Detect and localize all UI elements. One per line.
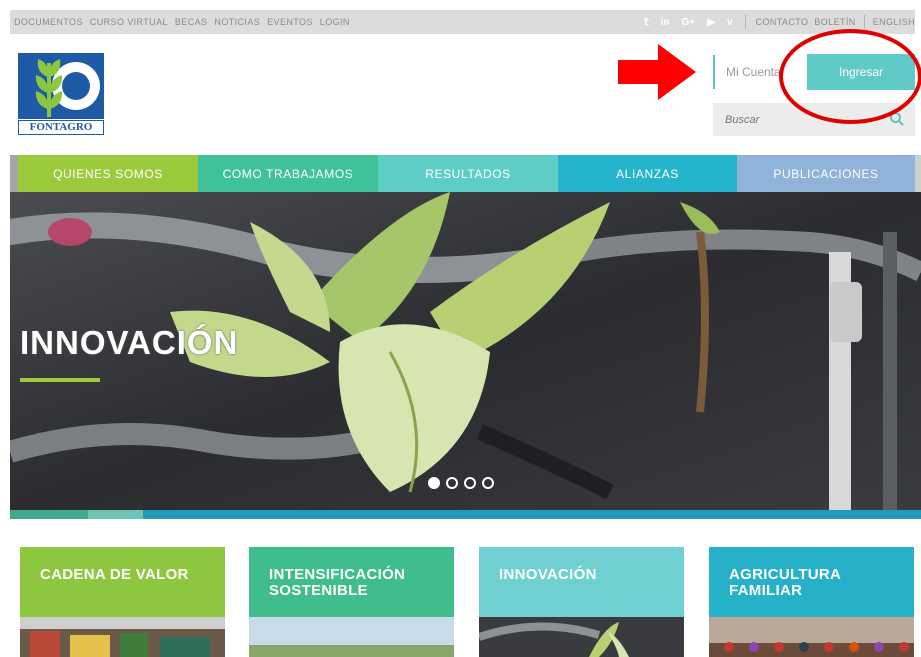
nav-item-quienes-somos[interactable]: QUIENES SOMOS [18,155,198,192]
twitter-icon[interactable]: 𝕥 [644,17,649,28]
card-title: AGRICULTURA FAMILIAR [709,547,914,617]
top-link-becas[interactable]: BECAS [175,17,208,27]
card-title: CADENA DE VALOR [20,547,225,617]
divider [863,15,865,29]
nav-item-publicaciones[interactable]: PUBLICACIONES [737,155,915,192]
red-arrow-annotation [618,44,696,100]
slider-progress-bar [10,510,921,519]
nav-right-strip [915,155,921,192]
top-link-login[interactable]: LOGIN [320,17,350,27]
card-image [479,617,684,657]
top-link-english[interactable]: ENGLISH [873,17,915,27]
slider-dot-3[interactable] [464,477,476,489]
top-link-contacto[interactable]: CONTACTO [756,17,809,27]
login-button[interactable]: Ingresar [807,54,915,90]
logo-wordmark: FONTAGRO [18,120,104,135]
main-nav: QUIENES SOMOS COMO TRABAJAMOS RESULTADOS… [18,155,915,192]
card-agricultura-familiar[interactable]: AGRICULTURA FAMILIAR [709,547,914,657]
logo-emblem [18,53,104,119]
nav-left-strip [10,155,18,192]
card-image [709,617,914,657]
card-image [20,617,225,657]
nav-item-resultados[interactable]: RESULTADOS [378,155,558,192]
top-link-curso-virtual[interactable]: CURSO VIRTUAL [90,17,168,27]
google-plus-icon[interactable]: G+ [682,17,696,28]
youtube-icon[interactable]: ▶ [707,17,715,28]
account-divider [713,55,715,89]
card-image [249,617,454,657]
progress-segment [10,510,88,519]
social-links: 𝕥 in G+ ▶ v [644,17,744,28]
slider-dot-4[interactable] [482,477,494,489]
linkedin-icon[interactable]: in [661,17,670,28]
top-link-boletin[interactable]: BOLETÍN [814,17,855,27]
top-links: DOCUMENTOS CURSO VIRTUAL BECAS NOTICIAS … [14,17,350,27]
nav-item-como-trabajamos[interactable]: COMO TRABAJAMOS [198,155,378,192]
top-link-noticias[interactable]: NOTICIAS [214,17,260,27]
hero-title: INNOVACIÓN [20,324,239,361]
progress-segment [88,510,143,519]
slider-dots [428,477,494,489]
card-cadena-de-valor[interactable]: CADENA DE VALOR [20,547,225,657]
top-bar: DOCUMENTOS CURSO VIRTUAL BECAS NOTICIAS … [10,10,915,34]
card-innovacion[interactable]: INNOVACIÓN [479,547,684,657]
card-intensificacion-sostenible[interactable]: INTENSIFICACIÓN SOSTENIBLE [249,547,454,657]
card-title: INNOVACIÓN [479,547,684,617]
progress-segment [143,510,921,519]
search-input[interactable] [713,113,883,126]
slider-dot-1[interactable] [428,477,440,489]
hero-underline [20,378,100,382]
wheat-gear-icon [18,53,104,119]
search-icon[interactable] [889,111,905,127]
nav-item-alianzas[interactable]: ALIANZAS [558,155,737,192]
vimeo-icon[interactable]: v [727,17,733,28]
fontagro-logo[interactable]: FONTAGRO [18,53,104,135]
top-link-eventos[interactable]: EVENTOS [267,17,313,27]
slider-dot-2[interactable] [446,477,458,489]
my-account-link[interactable]: Mi Cuenta [726,65,781,79]
top-right: 𝕥 in G+ ▶ v CONTACTO BOLETÍN ENGLISH [644,10,915,34]
search-box [713,103,915,136]
top-links-right: CONTACTO BOLETÍN ENGLISH [746,15,916,29]
card-title: INTENSIFICACIÓN SOSTENIBLE [249,547,454,617]
top-link-documentos[interactable]: DOCUMENTOS [14,17,83,27]
hero-slider[interactable]: INNOVACIÓN [10,192,921,510]
